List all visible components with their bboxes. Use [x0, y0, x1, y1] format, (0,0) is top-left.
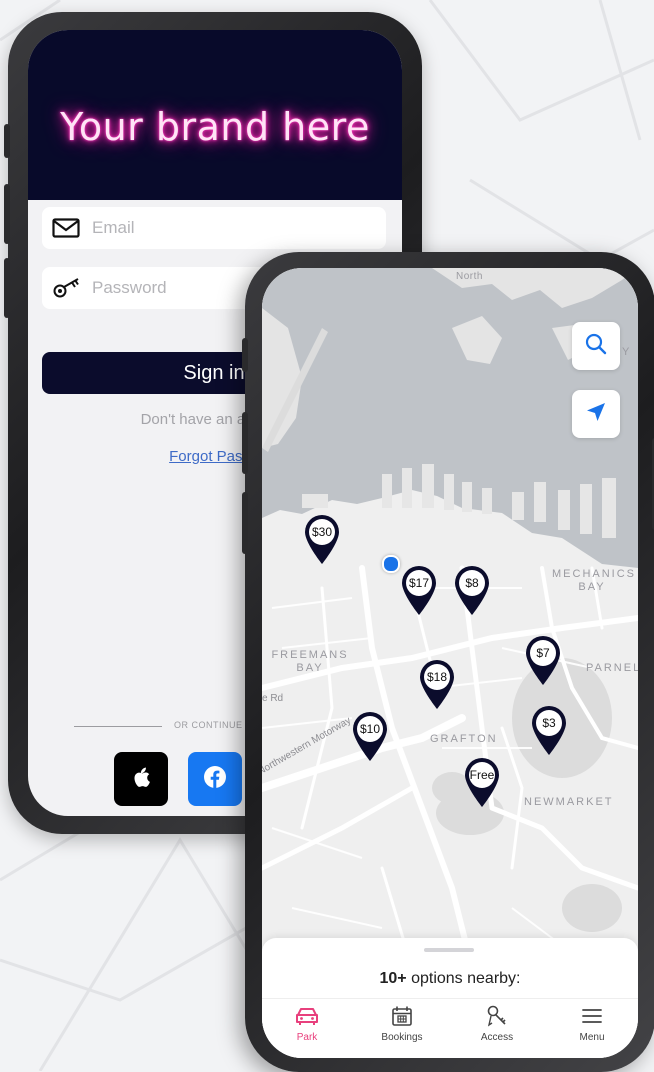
brand-logo-text: Your brand here [60, 105, 370, 149]
parking-pin[interactable]: $18 [418, 658, 456, 710]
phone-mute-switch [4, 124, 10, 158]
facebook-icon [203, 765, 227, 794]
pin-price: $8 [459, 570, 485, 596]
tab-park-label: Park [296, 1032, 318, 1043]
parking-pin[interactable]: Free [463, 756, 501, 808]
email-placeholder: Email [92, 218, 135, 237]
parking-pin[interactable]: $30 [303, 513, 341, 565]
car-icon [272, 1003, 342, 1029]
pin-price: $7 [530, 640, 556, 666]
sheet-drag-handle[interactable] [424, 948, 474, 952]
search-map-button[interactable] [572, 322, 620, 370]
tab-bookings-label: Bookings [381, 1032, 423, 1043]
envelope-icon [52, 216, 82, 240]
tab-access[interactable]: Access [462, 1003, 532, 1043]
tab-access-label: Access [480, 1032, 514, 1043]
key-icon [52, 276, 82, 300]
pin-price: $30 [309, 519, 335, 545]
parking-pin[interactable]: $7 [524, 634, 562, 686]
results-bottom-sheet[interactable]: 10+ options nearby: Park Bookings Access… [262, 938, 638, 1058]
phone-volume-up [242, 412, 248, 474]
pin-price: $10 [357, 716, 383, 742]
phone-volume-down [4, 258, 10, 318]
parking-pin[interactable]: $8 [453, 564, 491, 616]
location-arrow-icon [585, 401, 607, 428]
area-label-freemans-bay: FREEMANS BAY [271, 649, 349, 674]
tab-park[interactable]: Park [272, 1003, 342, 1043]
phone-volume-down [242, 492, 248, 554]
locate-me-button[interactable] [572, 390, 620, 438]
parking-pin[interactable]: $17 [400, 564, 438, 616]
map-screen: North Y MECHANICS BAY FREEMANS BAY PARNE… [262, 268, 638, 1058]
options-count: 10+ [379, 970, 407, 987]
area-label-grafton: GRAFTON [430, 733, 498, 745]
pin-price: $3 [536, 710, 562, 736]
phone-mute-switch [242, 338, 248, 372]
facebook-sign-in-button[interactable] [188, 752, 242, 806]
email-field[interactable]: Email [42, 207, 386, 249]
pin-price: $18 [424, 664, 450, 690]
parking-pin[interactable]: $10 [351, 710, 389, 762]
area-label-north: North [456, 271, 483, 282]
area-label-newmarket: NEWMARKET [524, 796, 614, 808]
pin-price: Free [469, 762, 495, 788]
area-label-edge: Y [622, 346, 632, 358]
current-location-dot [382, 555, 400, 573]
parking-pin[interactable]: $3 [530, 704, 568, 756]
area-label-parnell: PARNEL [586, 662, 638, 674]
search-icon [584, 332, 608, 361]
bottom-tab-bar: Park Bookings Access Menu [262, 998, 638, 1057]
menu-icon [557, 1003, 627, 1029]
pin-price: $17 [406, 570, 432, 596]
calendar-icon [367, 1003, 437, 1029]
phone-volume-up [4, 184, 10, 244]
options-nearby-title: 10+ options nearby: [262, 970, 638, 988]
apple-sign-in-button[interactable] [114, 752, 168, 806]
continue-with-label: OR CONTINUE W [174, 720, 255, 730]
options-suffix: options nearby: [406, 970, 521, 987]
road-label-rd: e Rd [262, 693, 284, 704]
brand-header: Your brand here [28, 30, 402, 200]
divider-line [74, 726, 162, 727]
map-phone: North Y MECHANICS BAY FREEMANS BAY PARNE… [242, 252, 654, 1072]
area-label-mechanics-bay: MECHANICS BAY [552, 568, 637, 593]
apple-icon [132, 767, 150, 792]
tab-menu[interactable]: Menu [557, 1003, 627, 1043]
password-placeholder: Password [92, 278, 167, 297]
tab-bookings[interactable]: Bookings [367, 1003, 437, 1043]
keys-icon [462, 1003, 532, 1029]
tab-menu-label: Menu [579, 1032, 605, 1043]
